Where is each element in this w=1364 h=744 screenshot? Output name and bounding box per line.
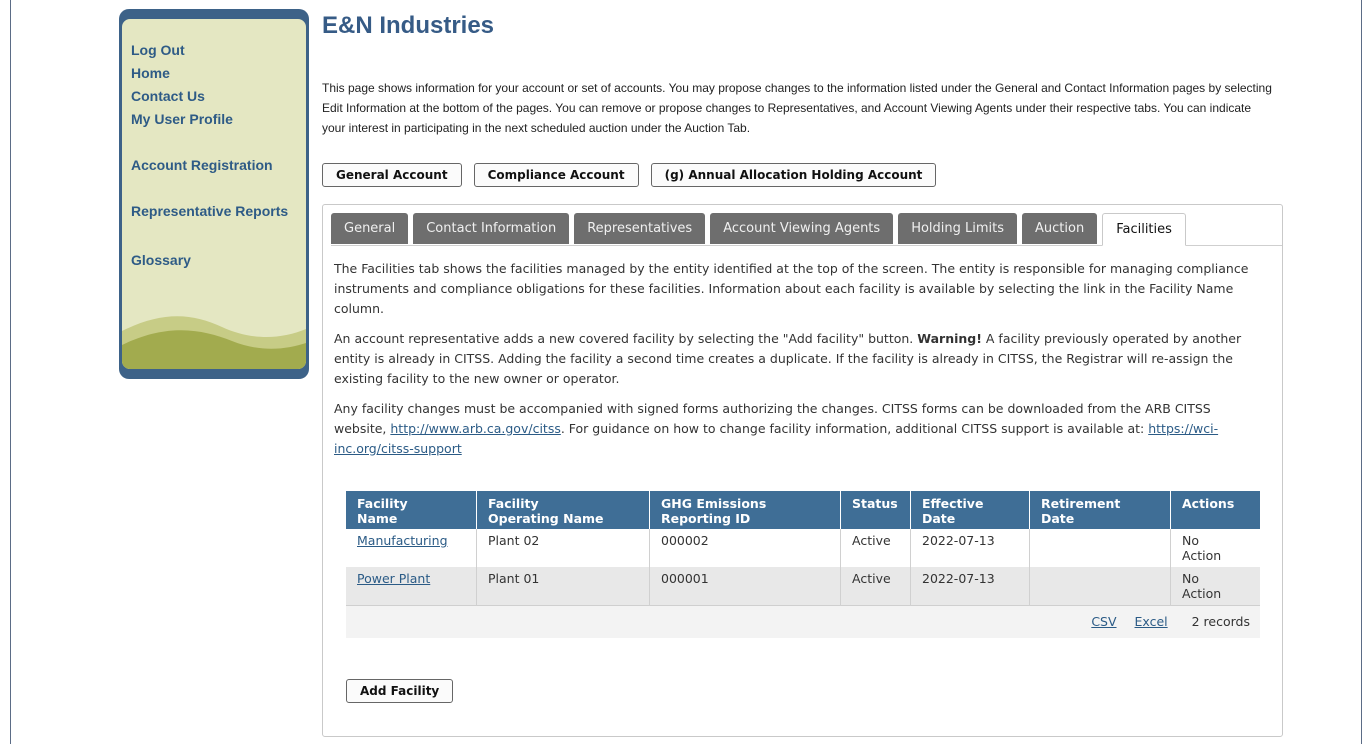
record-count: 2 records [1191, 614, 1250, 629]
facility-operating-name: Plant 01 [476, 567, 650, 606]
col-facility-name[interactable]: Facility Name [346, 491, 477, 529]
glossary-link[interactable]: Glossary [131, 249, 288, 272]
facility-name-link[interactable]: Manufacturing [357, 533, 448, 548]
facilities-table: Facility Name Facility Operating Name GHG … [346, 491, 1260, 638]
add-facility-button[interactable]: Add Facility [346, 679, 454, 703]
facility-actions: No Action [1170, 529, 1260, 567]
tab-auction[interactable]: Auction [1022, 213, 1098, 244]
page-intro: This page shows information for your acc… [322, 81, 1272, 135]
facility-status: Active [840, 567, 911, 606]
effective-date: 2022-07-13 [910, 567, 1030, 606]
col-ghg-reporting-id[interactable]: GHG Emissions Reporting ID [649, 491, 841, 529]
sidebar-nav: Log Out Home Contact Us My User Profile … [131, 39, 288, 272]
retirement-date [1029, 529, 1171, 567]
col-facility-operating-name[interactable]: Facility Operating Name [476, 491, 650, 529]
facility-actions: No Action [1170, 567, 1260, 606]
table-row: Manufacturing Plant 02 000002 Active 202… [346, 529, 1260, 567]
facilities-warning-paragraph: An account representative adds a new cov… [334, 329, 1259, 389]
tab-contact-information[interactable]: Contact Information [413, 213, 570, 244]
forms-text-b: . For guidance on how to change facility… [560, 421, 1149, 436]
tab-account-viewing-agents[interactable]: Account Viewing Agents [710, 213, 894, 244]
facilities-intro-paragraph: The Facilities tab shows the facilities … [334, 261, 1249, 316]
tab-facilities[interactable]: Facilities [1102, 213, 1186, 246]
contact-us-link[interactable]: Contact Us [131, 85, 288, 108]
facility-name-link[interactable]: Power Plant [357, 571, 430, 586]
sidebar-wave-decoration [122, 316, 306, 369]
col-status[interactable]: Status [840, 491, 911, 529]
col-effective-date[interactable]: Effective Date [910, 491, 1030, 529]
table-header-row: Facility Name Facility Operating Name GHG … [346, 491, 1260, 529]
logout-link[interactable]: Log Out [131, 39, 288, 62]
facility-status: Active [840, 529, 911, 567]
tab-general[interactable]: General [331, 213, 409, 244]
export-excel-link[interactable]: Excel [1135, 614, 1168, 629]
warning-label: Warning! [917, 331, 982, 346]
col-actions: Actions [1170, 491, 1260, 529]
facilities-description: The Facilities tab shows the facilities … [334, 259, 1259, 469]
page-title: E&N Industries [322, 12, 495, 39]
account-panel: General Contact Information Representati… [322, 204, 1283, 737]
account-buttons: General Account Compliance Account (g) A… [322, 163, 937, 187]
home-link[interactable]: Home [131, 62, 288, 85]
warning-text-a: An account representative adds a new cov… [334, 331, 918, 346]
tab-holding-limits[interactable]: Holding Limits [898, 213, 1018, 244]
ghg-reporting-id: 000002 [649, 529, 841, 567]
general-account-button[interactable]: General Account [322, 163, 462, 187]
table-footer: CSV Excel 2 records [346, 605, 1260, 638]
account-registration-link[interactable]: Account Registration [131, 154, 288, 177]
compliance-account-button[interactable]: Compliance Account [473, 163, 639, 187]
my-user-profile-link[interactable]: My User Profile [131, 108, 288, 131]
retirement-date [1029, 567, 1171, 606]
sidebar: Log Out Home Contact Us My User Profile … [119, 9, 309, 379]
arb-citss-link[interactable]: http://www.arb.ca.gov/citss [390, 421, 560, 436]
tab-bar: General Contact Information Representati… [331, 213, 1282, 246]
export-csv-link[interactable]: CSV [1091, 614, 1116, 629]
ghg-reporting-id: 000001 [649, 567, 841, 606]
col-retirement-date[interactable]: Retirement Date [1029, 491, 1171, 529]
representative-reports-link[interactable]: Representative Reports [131, 200, 288, 223]
annual-allocation-holding-account-button[interactable]: (g) Annual Allocation Holding Account [650, 163, 937, 187]
facility-operating-name: Plant 02 [476, 529, 650, 567]
facilities-forms-paragraph: Any facility changes must be accompanied… [334, 399, 1259, 459]
tab-representatives[interactable]: Representatives [574, 213, 706, 244]
effective-date: 2022-07-13 [910, 529, 1030, 567]
table-row: Power Plant Plant 01 000001 Active 2022-… [346, 567, 1260, 606]
